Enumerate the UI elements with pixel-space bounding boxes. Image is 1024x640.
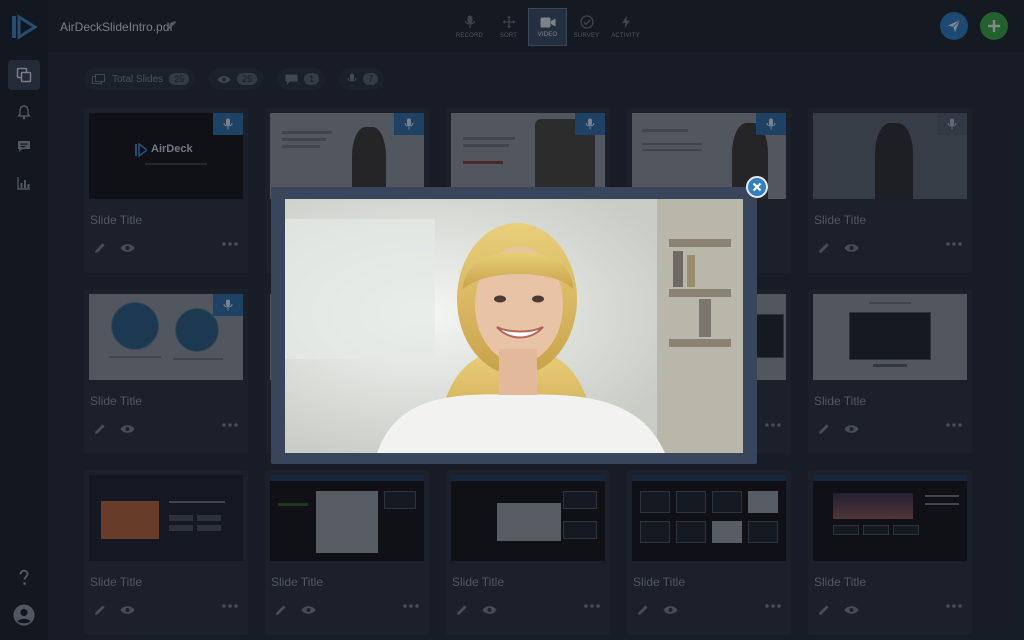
video-frame-image	[285, 199, 743, 453]
video-modal	[271, 187, 757, 464]
close-x-icon	[752, 182, 762, 192]
video-player[interactable]	[285, 199, 743, 453]
close-modal-button[interactable]	[746, 176, 768, 198]
